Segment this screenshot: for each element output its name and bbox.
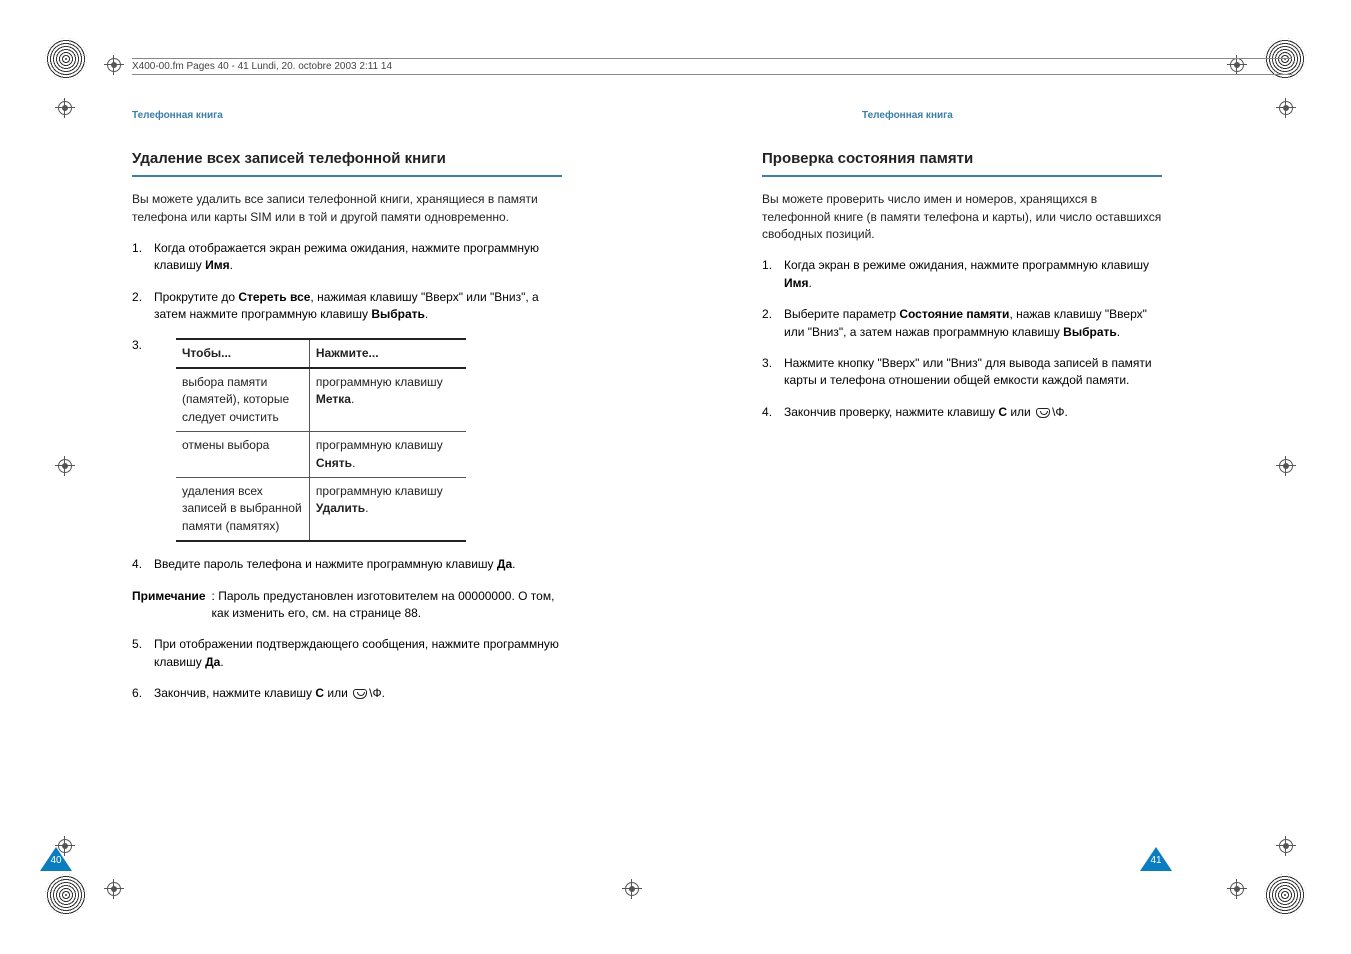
- table-header-row: Чтобы... Нажмите...: [176, 339, 466, 368]
- step-item: Закончив, нажмите клавишу C или \Ф.: [132, 685, 562, 702]
- table-header: Нажмите...: [309, 339, 466, 368]
- step-item: Когда экран в режиме ожидания, нажмите п…: [762, 257, 1162, 292]
- section-label: Телефонная книга: [132, 110, 562, 121]
- registration-mark-icon: [55, 456, 75, 476]
- step-item: Нажмите кнопку "Вверх" или "Вниз" для вы…: [762, 355, 1162, 390]
- registration-mark-icon: [55, 98, 75, 118]
- step-item: Выберите параметр Состояние памяти, нажа…: [762, 306, 1162, 341]
- steps-list: Когда экран в режиме ожидания, нажмите п…: [762, 257, 1162, 421]
- note-body: : Пароль предустановлен изготовителем на…: [212, 588, 562, 623]
- table-row: удаления всех записей в выбранной памяти…: [176, 477, 466, 541]
- table-row: отмены выбора программную клавишу Снять.: [176, 432, 466, 478]
- page-number-badge: 41: [1140, 847, 1172, 871]
- page-number-badge: 40: [40, 847, 72, 871]
- section-label: Телефонная книга: [862, 110, 1162, 121]
- intro-text: Вы можете удалить все записи телефонной …: [132, 191, 562, 226]
- instruction-table: Чтобы... Нажмите... выбора памяти (памят…: [176, 338, 466, 543]
- steps-list-cont2: При отображении подтверждающего сообщени…: [132, 636, 562, 702]
- note-label: Примечание: [132, 588, 206, 623]
- step-3-table-wrap: 3. Чтобы... Нажмите... выбора памяти (па…: [132, 338, 562, 543]
- registration-mark-icon: [104, 879, 124, 899]
- phone-end-icon: [353, 689, 367, 699]
- note: Примечание : Пароль предустановлен изгот…: [132, 588, 562, 623]
- step-item: Введите пароль телефона и нажмите програ…: [132, 556, 562, 573]
- page-spread: Телефонная книга Удаление всех записей т…: [132, 110, 1292, 844]
- registration-mark-icon: [1227, 879, 1247, 899]
- page-right: Телефонная книга Проверка состояния памя…: [762, 110, 1162, 844]
- page-left: Телефонная книга Удаление всех записей т…: [132, 110, 562, 844]
- step-item: Закончив проверку, нажмите клавишу C или…: [762, 404, 1162, 421]
- phone-end-icon: [1036, 408, 1050, 418]
- heading-memory-status: Проверка состояния памяти: [762, 149, 1162, 177]
- heading-delete-all: Удаление всех записей телефонной книги: [132, 149, 562, 177]
- printer-mark-circle: [45, 38, 87, 80]
- file-header: X400-00.fm Pages 40 - 41 Lundi, 20. octo…: [132, 58, 1292, 75]
- table-header: Чтобы...: [176, 339, 309, 368]
- steps-list-cont: Введите пароль телефона и нажмите програ…: [132, 556, 562, 573]
- registration-mark-icon: [104, 55, 124, 75]
- step-item: Когда отображается экран режима ожидания…: [132, 240, 562, 275]
- printer-mark-circle: [45, 874, 87, 916]
- step-item: При отображении подтверждающего сообщени…: [132, 636, 562, 671]
- intro-text: Вы можете проверить число имен и номеров…: [762, 191, 1162, 243]
- registration-mark-icon: [622, 879, 642, 899]
- step-item: Прокрутите до Стереть все, нажимая клави…: [132, 289, 562, 324]
- steps-list: Когда отображается экран режима ожидания…: [132, 240, 562, 324]
- step-number: 3.: [132, 338, 146, 543]
- table-row: выбора памяти (памятей), которые следует…: [176, 368, 466, 432]
- printer-mark-circle: [1264, 874, 1306, 916]
